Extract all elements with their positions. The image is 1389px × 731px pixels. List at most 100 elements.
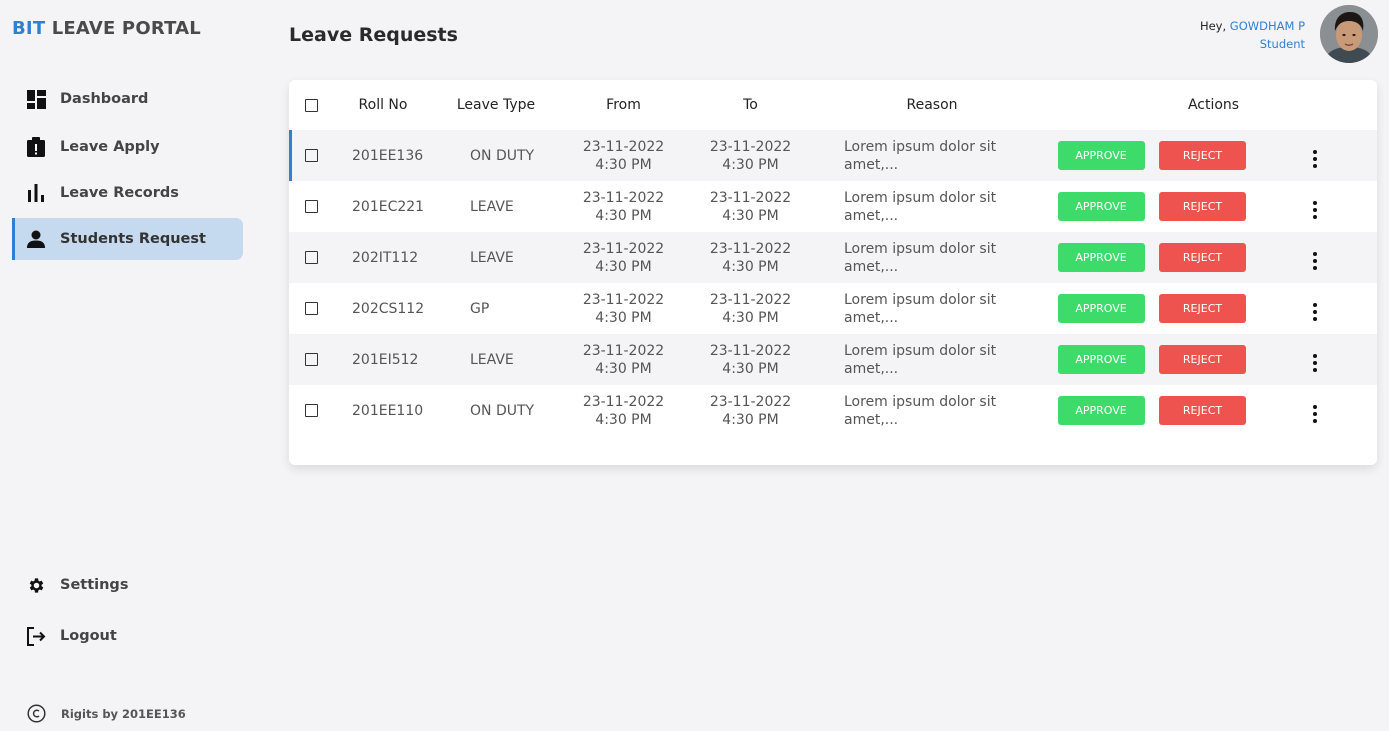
more-options-icon[interactable] [1307,352,1323,374]
to-date: 23-11-2022 [709,291,792,308]
from-cell: 23-11-2022 4:30 PM [560,181,687,232]
to-date: 23-11-2022 [709,342,792,359]
column-header-roll[interactable]: Roll No [334,80,432,130]
sidebar-item-students-request[interactable]: Students Request [12,218,243,260]
reject-button[interactable]: REJECT [1159,396,1246,425]
type-cell: ON DUTY [432,130,560,181]
column-header-type[interactable]: Leave Type [432,80,560,130]
user-role: Student [1259,37,1305,51]
type-cell: LEAVE [432,232,560,283]
table-row[interactable]: 202IT112 LEAVE 23-11-2022 4:30 PM 23-11-2… [289,232,1377,283]
sidebar-item-leave-records[interactable]: Leave Records [12,172,243,214]
from-date: 23-11-2022 [582,291,665,308]
approve-button[interactable]: APPROVE [1057,294,1145,323]
approve-button[interactable]: APPROVE [1057,345,1145,374]
more-options-icon[interactable] [1307,301,1323,323]
to-cell: 23-11-2022 4:30 PM [687,334,814,385]
copyright-icon [27,704,46,723]
reject-cell: REJECT [1152,130,1253,181]
more-cell [1253,130,1377,181]
app-logo: BIT LEAVE PORTAL [12,18,201,39]
more-options-icon[interactable] [1307,250,1323,272]
type-cell: GP [470,300,490,317]
reject-button[interactable]: REJECT [1159,192,1246,221]
clipboard-alert-icon [26,137,46,157]
to-cell: 23-11-2022 4:30 PM [687,385,814,436]
table-row[interactable]: 201EC221 LEAVE 23-11-2022 4:30 PM 23-11-2… [289,181,1377,232]
to-time: 4:30 PM [722,156,779,173]
approve-button[interactable]: APPROVE [1057,192,1145,221]
approve-cell: APPROVE [1050,130,1152,181]
approve-cell: APPROVE [1050,232,1152,283]
approve-button[interactable]: APPROVE [1057,141,1145,170]
reject-cell: REJECT [1152,385,1253,436]
reject-button[interactable]: REJECT [1159,294,1246,323]
roll-cell: 202CS112 [352,300,425,317]
more-cell [1253,232,1377,283]
row-checkbox[interactable] [305,251,318,264]
user-name: GOWDHAM P [1229,19,1305,33]
more-cell [1253,181,1377,232]
row-select-cell [289,232,334,283]
select-all-checkbox[interactable] [305,98,318,112]
reason-cell: Lorem ipsum dolor sit amet,... [814,130,1050,181]
reject-cell: REJECT [1152,334,1253,385]
to-cell: 23-11-2022 4:30 PM [687,130,814,181]
copyright: Rigits by 201EE136 [27,704,186,723]
logout-icon [26,626,46,646]
avatar[interactable] [1320,5,1378,63]
table-row[interactable]: 202CS112 GP 23-11-2022 4:30 PM 23-11-2022… [289,283,1377,334]
reject-button[interactable]: REJECT [1159,141,1246,170]
leave-requests-table: Roll No Leave Type From To Reason Action… [289,80,1377,436]
more-options-icon[interactable] [1307,148,1323,170]
row-checkbox[interactable] [305,353,318,366]
reason-cell: Lorem ipsum dolor sit amet,... [844,189,997,224]
more-cell [1253,283,1377,334]
row-checkbox[interactable] [305,404,318,417]
to-time: 4:30 PM [722,258,779,275]
gear-icon [26,575,46,595]
to-date: 23-11-2022 [709,393,792,410]
row-checkbox[interactable] [305,149,318,162]
approve-button[interactable]: APPROVE [1057,396,1145,425]
reason-cell: Lorem ipsum dolor sit amet,... [844,291,997,326]
sidebar-item-label: Leave Apply [60,139,160,155]
copyright-text: Rigits by 201EE136 [61,706,186,721]
table-row[interactable]: 201EE136 ON DUTY 23-11-2022 4:30 PM 23-11… [289,130,1377,181]
table-row[interactable]: 201EI512 LEAVE 23-11-2022 4:30 PM 23-11-2… [289,334,1377,385]
to-cell: 23-11-2022 4:30 PM [687,283,814,334]
reject-cell: REJECT [1152,232,1253,283]
sidebar-item-leave-apply[interactable]: Leave Apply [12,126,243,168]
from-date: 23-11-2022 [582,189,665,206]
from-time: 4:30 PM [595,156,652,173]
row-checkbox[interactable] [305,302,318,315]
from-cell: 23-11-2022 4:30 PM [560,130,687,181]
column-header-to[interactable]: To [687,80,814,130]
reason-cell: Lorem ipsum dolor sit amet,... [814,334,1050,385]
row-select-cell [289,334,334,385]
reject-button[interactable]: REJECT [1159,345,1246,374]
to-time: 4:30 PM [722,411,779,428]
more-cell [1253,334,1377,385]
column-header-from[interactable]: From [560,80,687,130]
approve-button[interactable]: APPROVE [1057,243,1145,272]
more-options-icon[interactable] [1307,403,1323,425]
reject-button[interactable]: REJECT [1159,243,1246,272]
sidebar-item-settings[interactable]: Settings [12,564,243,606]
column-header-reason[interactable]: Reason [814,80,1050,130]
sidebar-item-logout[interactable]: Logout [12,615,243,657]
row-select-cell [289,385,334,436]
sidebar-item-label: Leave Records [60,185,179,201]
approve-cell: APPROVE [1050,334,1152,385]
sidebar-item-dashboard[interactable]: Dashboard [12,78,243,120]
dashboard-icon [26,89,46,109]
row-select-cell [289,283,334,334]
from-cell: 23-11-2022 4:30 PM [560,232,687,283]
sidebar-bottom-nav: Settings Logout [12,564,243,666]
person-icon [26,229,46,249]
from-time: 4:30 PM [595,207,652,224]
table-row[interactable]: 201EE110 ON DUTY 23-11-2022 4:30 PM 23-11… [289,385,1377,436]
from-time: 4:30 PM [595,360,652,377]
more-options-icon[interactable] [1307,199,1323,221]
row-checkbox[interactable] [305,200,318,213]
